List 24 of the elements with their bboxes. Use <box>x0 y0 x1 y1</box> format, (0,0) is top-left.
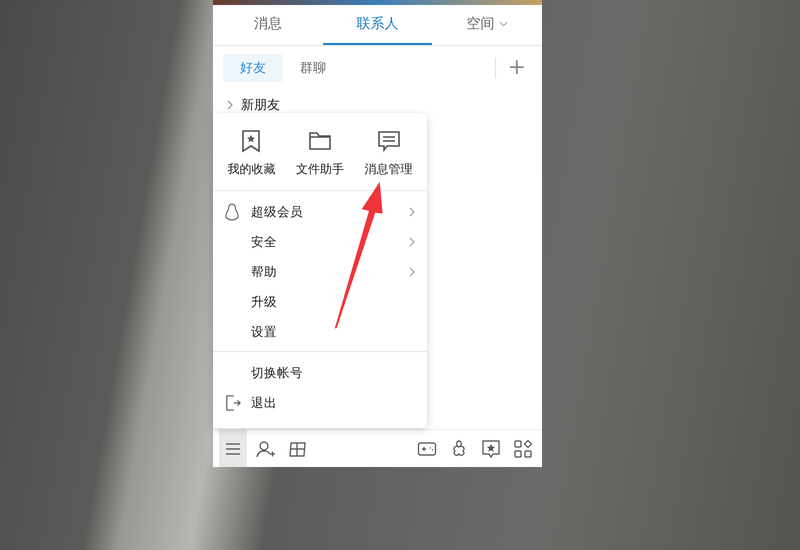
add-friend-icon[interactable] <box>256 438 276 458</box>
add-button[interactable]: + <box>502 57 532 79</box>
folder-icon[interactable] <box>308 129 332 153</box>
menu-item[interactable]: 帮助 <box>251 264 409 280</box>
tab[interactable]: 联系人 <box>322 5 432 45</box>
quick-action-label[interactable]: 文件助手 <box>296 161 344 178</box>
menu-item[interactable]: 退出 <box>251 394 415 412</box>
menu-item[interactable]: 升级 <box>251 294 415 310</box>
star-message-icon[interactable] <box>481 438 501 458</box>
grid-icon[interactable] <box>513 438 533 458</box>
tab[interactable]: 消息 <box>213 5 323 45</box>
subtab[interactable]: 群聊 <box>283 54 343 82</box>
penguin-icon <box>225 203 239 221</box>
menu-item[interactable]: 安全 <box>251 234 409 250</box>
quick-action-label[interactable]: 消息管理 <box>364 161 413 178</box>
menu-item[interactable]: 设置 <box>251 324 415 340</box>
menu-item[interactable]: 切换帐号 <box>251 364 415 382</box>
message-icon[interactable] <box>376 129 401 153</box>
group-label[interactable]: 新朋友 <box>241 96 280 114</box>
menu-icon[interactable] <box>219 430 247 467</box>
exit-icon <box>225 395 241 411</box>
menu-item[interactable]: 超级会员 <box>251 204 409 220</box>
tab[interactable]: 空间 <box>432 5 542 45</box>
quick-action-label[interactable]: 我的收藏 <box>227 161 276 178</box>
